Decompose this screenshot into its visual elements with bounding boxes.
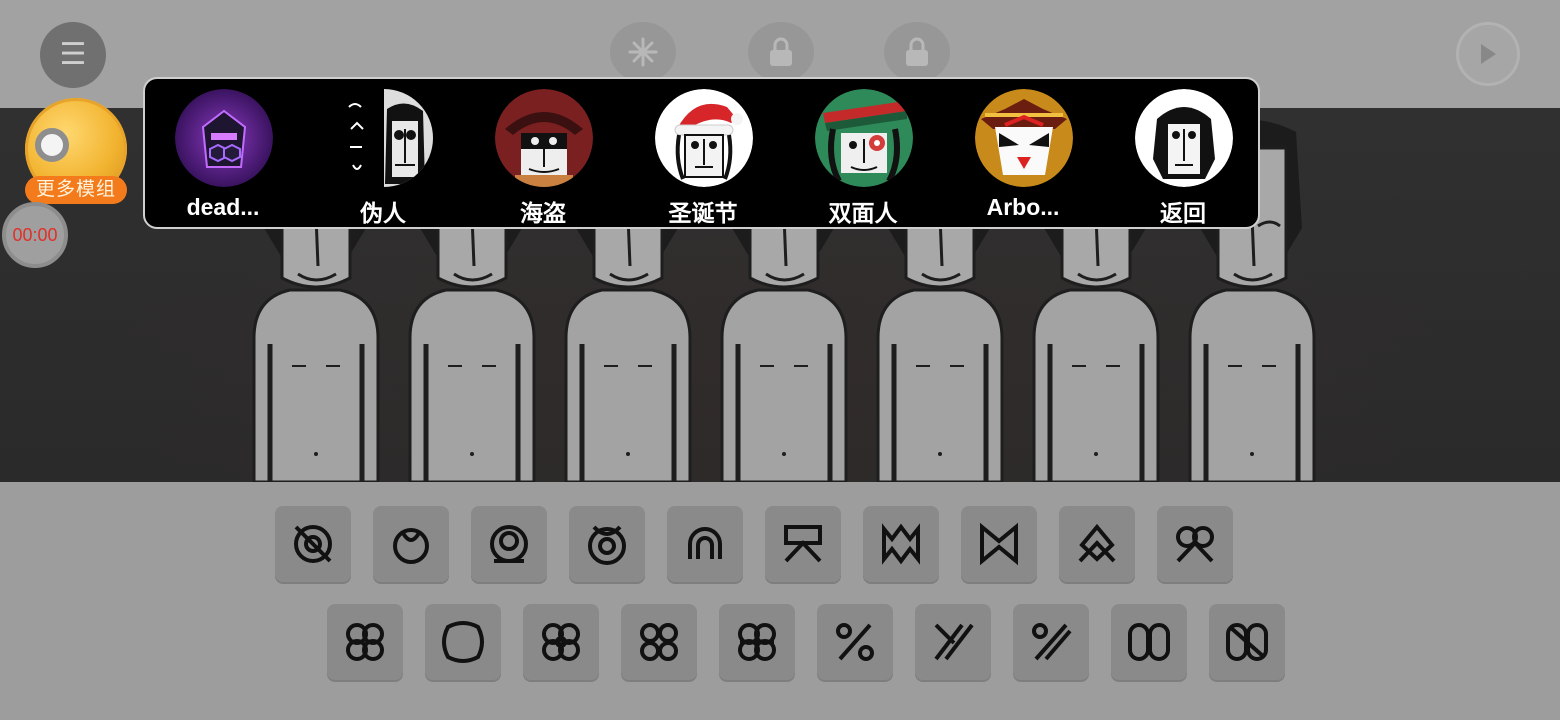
- mod-item[interactable]: 海盗: [463, 89, 623, 226]
- mod-item[interactable]: 双面人: [783, 89, 943, 226]
- sound-icon-5[interactable]: [667, 506, 743, 582]
- sound-icon-4[interactable]: [569, 506, 645, 582]
- mod-avatar-icon[interactable]: [655, 89, 753, 187]
- mod-avatar-icon[interactable]: [495, 89, 593, 187]
- sound-icon-7[interactable]: [863, 506, 939, 582]
- sound-icon-13[interactable]: [523, 604, 599, 680]
- sound-icon-17[interactable]: [915, 604, 991, 680]
- mod-avatar-icon[interactable]: [1135, 89, 1233, 187]
- sound-icon-16[interactable]: [817, 604, 893, 680]
- sound-bar: [0, 482, 1560, 720]
- mod-avatar-icon[interactable]: [335, 89, 433, 187]
- mod-label: Arbo...: [986, 194, 1060, 220]
- lock-icon[interactable]: [748, 22, 814, 82]
- hamburger-menu-icon[interactable]: ☰: [40, 22, 106, 88]
- sound-icon-3[interactable]: [471, 506, 547, 582]
- mod-item[interactable]: 伪人: [303, 89, 463, 226]
- mod-label: dead...: [186, 194, 260, 220]
- more-mods-label[interactable]: 更多模组: [25, 176, 127, 204]
- sound-icon-8[interactable]: [961, 506, 1037, 582]
- sound-icon-19[interactable]: [1111, 604, 1187, 680]
- floating-ball-icon[interactable]: [35, 128, 69, 162]
- sound-icon-1[interactable]: [275, 506, 351, 582]
- mod-label: 伪人: [360, 200, 406, 226]
- mod-item[interactable]: 返回: [1103, 89, 1263, 226]
- play-button[interactable]: [1456, 22, 1520, 86]
- sound-icon-11[interactable]: [327, 604, 403, 680]
- mod-label: 圣诞节: [668, 200, 738, 226]
- sound-icon-18[interactable]: [1013, 604, 1089, 680]
- mod-avatar-icon[interactable]: [975, 89, 1073, 187]
- timer-display: 00:00: [2, 202, 68, 268]
- mod-label: 海盗: [520, 200, 566, 226]
- sound-icon-9[interactable]: [1059, 506, 1135, 582]
- mod-item[interactable]: 圣诞节: [623, 89, 783, 226]
- sound-icon-20[interactable]: [1209, 604, 1285, 680]
- mod-selector-panel: dead... 伪人 海盗 圣诞节 双面人 Arbo... 返回: [143, 77, 1260, 229]
- mod-item[interactable]: dead...: [143, 89, 303, 224]
- lock-icon[interactable]: [884, 22, 950, 82]
- play-icon: [1481, 44, 1496, 64]
- sound-icon-14[interactable]: [621, 604, 697, 680]
- mod-label: 双面人: [828, 200, 898, 226]
- mod-avatar-icon[interactable]: [815, 89, 913, 187]
- mod-label: 返回: [1160, 200, 1206, 226]
- randomize-icon[interactable]: [610, 22, 676, 82]
- sound-icon-2[interactable]: [373, 506, 449, 582]
- sound-icon-12[interactable]: [425, 604, 501, 680]
- mod-item[interactable]: Arbo...: [943, 89, 1103, 224]
- sound-icon-6[interactable]: [765, 506, 841, 582]
- sound-icon-10[interactable]: [1157, 506, 1233, 582]
- sound-icon-15[interactable]: [719, 604, 795, 680]
- mod-avatar-icon[interactable]: [175, 89, 273, 187]
